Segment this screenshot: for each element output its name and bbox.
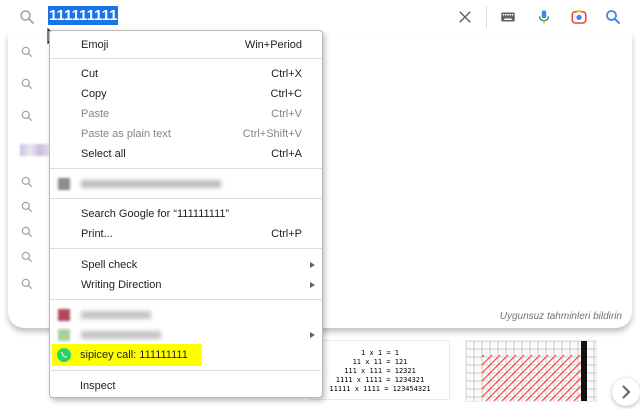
menu-item-paste-plain-text[interactable]: Paste as plain text Ctrl+Shift+V	[50, 124, 322, 144]
menu-item-shortcut: Ctrl+Shift+V	[242, 128, 302, 140]
search-icon	[21, 278, 33, 290]
extension-icon	[58, 178, 70, 190]
extension-icon	[58, 309, 70, 321]
menu-item-inspect[interactable]: Inspect	[49, 376, 321, 396]
menu-item-shortcut: Ctrl+P	[271, 228, 302, 240]
menu-separator	[49, 370, 321, 371]
whatsapp-icon	[57, 348, 71, 362]
formula-line: 1 x 1 = 1	[361, 349, 399, 357]
menu-item-label: Emoji	[81, 39, 109, 51]
menu-item-cut[interactable]: Cut Ctrl+X	[50, 64, 322, 84]
search-bar: 111111111	[0, 0, 640, 34]
blurred-label	[81, 331, 161, 339]
menu-separator	[50, 168, 322, 169]
search-icon	[21, 46, 33, 58]
submenu-arrow-icon	[310, 262, 315, 268]
next-images-button[interactable]	[612, 378, 640, 406]
menu-item-label: Spell check	[81, 259, 138, 271]
menu-item-emoji[interactable]: Emoji Win+Period	[50, 35, 322, 55]
menu-separator	[50, 248, 322, 249]
menu-item-extension-blurred[interactable]	[50, 174, 322, 194]
search-icon	[21, 78, 33, 90]
search-icon	[21, 226, 33, 238]
search-icon	[21, 201, 33, 213]
search-icon	[20, 10, 34, 24]
chevron-right-icon	[622, 385, 631, 399]
close-icon[interactable]	[456, 8, 474, 26]
keyboard-icon[interactable]	[499, 8, 517, 26]
menu-item-label: Search Google for “111111111”	[81, 208, 230, 220]
menu-item-paste[interactable]: Paste Ctrl+V	[50, 104, 322, 124]
camera-lens-icon[interactable]	[570, 8, 588, 26]
menu-item-label: Inspect	[80, 380, 116, 392]
menu-item-label: Paste as plain text	[81, 128, 171, 140]
submenu-arrow-icon	[310, 332, 315, 338]
formula-line: 1111 x 1111 = 1234321	[335, 376, 425, 384]
menu-item-print[interactable]: Print... Ctrl+P	[50, 224, 322, 244]
menu-item-shortcut: Ctrl+A	[271, 148, 302, 160]
menu-item-label: Paste	[81, 108, 110, 120]
menu-item-shortcut: Ctrl+C	[270, 88, 302, 100]
menu-item-writing-direction[interactable]: Writing Direction	[50, 275, 322, 295]
menu-item-label: Writing Direction	[81, 279, 162, 291]
blurred-label	[81, 311, 151, 319]
menu-item-label: sipicey call: 111111111	[80, 349, 188, 361]
search-icon	[21, 176, 33, 188]
menu-item-spell-check[interactable]: Spell check	[50, 255, 322, 275]
menu-item-label: Print...	[81, 228, 113, 240]
suggestion-thumbnail	[20, 144, 50, 156]
formula-line: 11111 x 1111 = 123454321	[329, 385, 431, 393]
menu-item-sipicey-call[interactable]: sipicey call: 111111111	[49, 345, 321, 365]
menu-item-shortcut: Ctrl+V	[271, 108, 302, 120]
image-result-formula[interactable]: 1 x 1 = 1 11 x 11 = 121 111 x 111 = 1232…	[310, 340, 450, 400]
blurred-label	[81, 180, 221, 188]
extension-icon	[58, 329, 70, 341]
menu-item-label: Cut	[81, 68, 99, 80]
search-input[interactable]: 111111111	[48, 6, 119, 25]
search-icon	[21, 110, 33, 122]
menu-item-extension-blurred[interactable]	[50, 305, 322, 325]
menu-separator	[50, 299, 322, 300]
submenu-arrow-icon	[310, 282, 315, 288]
menu-item-copy[interactable]: Copy Ctrl+C	[50, 84, 322, 104]
formula-line: 111 x 111 = 12321	[344, 367, 416, 375]
search-icon	[21, 251, 33, 263]
menu-item-label: Copy	[81, 88, 107, 100]
report-predictions-link[interactable]: Uygunsuz tahminleri bildirin	[500, 311, 622, 322]
menu-separator	[50, 198, 322, 199]
formula-line: 11 x 11 = 121	[352, 358, 408, 366]
image-results-strip: 1 x 1 = 1 11 x 11 = 121 111 x 111 = 1232…	[310, 340, 640, 402]
menu-item-extension-blurred[interactable]	[50, 325, 322, 345]
menu-item-search-google[interactable]: Search Google for “111111111”	[50, 204, 322, 224]
menu-item-select-all[interactable]: Select all Ctrl+A	[50, 144, 322, 164]
menu-item-shortcut: Win+Period	[244, 39, 302, 51]
divider	[486, 6, 487, 28]
menu-item-shortcut: Ctrl+X	[271, 68, 302, 80]
menu-separator	[50, 58, 322, 59]
microphone-icon[interactable]	[535, 8, 553, 26]
image-result-grid[interactable]	[465, 340, 597, 402]
search-icon[interactable]	[604, 8, 622, 26]
menu-item-label: Select all	[81, 148, 126, 160]
context-menu: Emoji Win+Period Cut Ctrl+X Copy Ctrl+C …	[49, 30, 323, 398]
multiplication-grid-image	[466, 341, 596, 401]
